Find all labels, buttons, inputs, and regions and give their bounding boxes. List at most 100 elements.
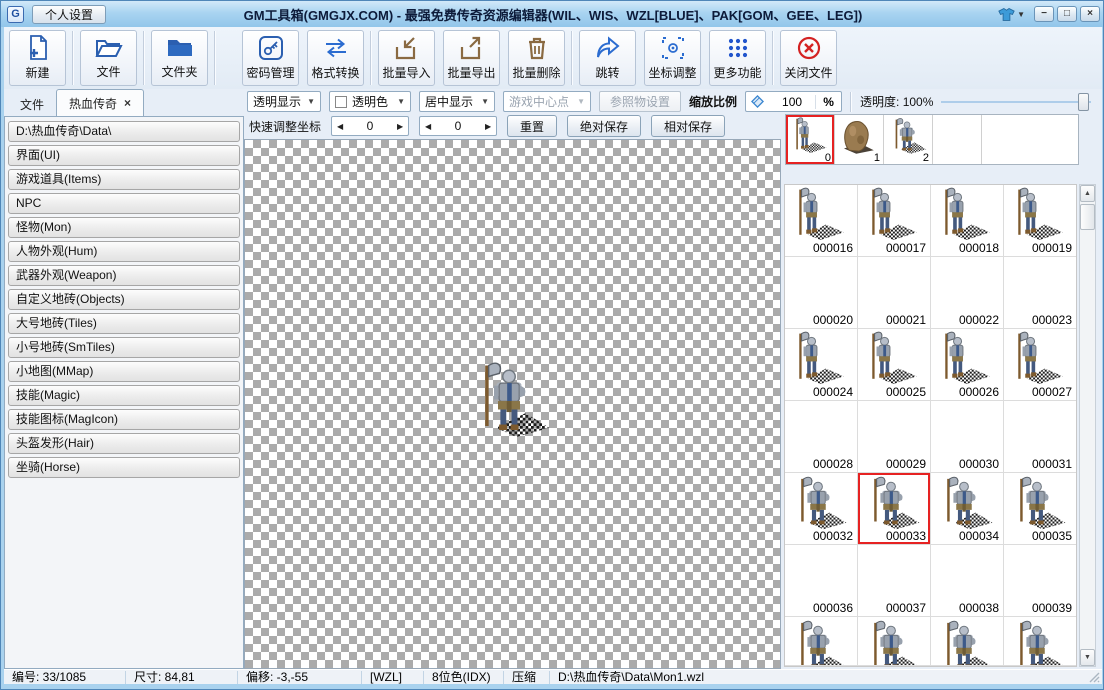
minimize-button[interactable]: −	[1034, 6, 1054, 22]
sidebar-item[interactable]: 怪物(Mon)	[8, 217, 240, 238]
grid-cell[interactable]: 000030	[931, 401, 1004, 473]
sidebar-item[interactable]: 界面(UI)	[8, 145, 240, 166]
zoom-value-input[interactable]: 100	[769, 95, 815, 109]
grid-cell[interactable]: 000033	[858, 473, 931, 545]
grid-cell[interactable]: 000021	[858, 257, 931, 329]
preview-cell-index: 2	[923, 152, 929, 164]
coord-x-stepper[interactable]: ◀ 0 ▶	[331, 116, 409, 136]
jump-button[interactable]: 跳转	[579, 30, 636, 86]
grid-scrollbar[interactable]: ▲ ▼	[1079, 184, 1096, 667]
batch-import-button[interactable]: 批量导入	[378, 30, 435, 86]
new-button[interactable]: 新建	[9, 30, 66, 86]
sidebar-item[interactable]: 游戏道具(Items)	[8, 169, 240, 190]
grid-cell[interactable]	[858, 617, 931, 666]
coord-y-stepper[interactable]: ◀ 0 ▶	[419, 116, 497, 136]
coord-y-value[interactable]: 0	[436, 119, 480, 133]
grid-cell[interactable]: 000023	[1004, 257, 1077, 329]
preview-cell[interactable]: 1	[835, 115, 884, 164]
sprite-canvas[interactable]	[244, 139, 781, 669]
sidebar-item[interactable]: 小地图(MMap)	[8, 361, 240, 382]
canvas-sprite[interactable]	[465, 360, 553, 448]
sidebar-item[interactable]: 坐骑(Horse)	[8, 457, 240, 478]
tab-project[interactable]: 热血传奇 ×	[56, 89, 144, 116]
center-display-dropdown[interactable]: 居中显示 ▼	[419, 91, 495, 112]
grid-cell[interactable]: 000038	[931, 545, 1004, 617]
theme-skin-button[interactable]: ▼	[998, 7, 1025, 22]
close-button[interactable]: ×	[1080, 6, 1100, 22]
close-file-button[interactable]: 关闭文件	[780, 30, 837, 86]
stepper-left-icon[interactable]: ◀	[332, 122, 348, 131]
scroll-down-icon[interactable]: ▼	[1080, 649, 1095, 666]
options-bar: 透明显示 ▼ 透明色 ▼ 居中显示 ▼ 游戏中心点 ▼ 参照物设置 缩放比例 1…	[244, 90, 1102, 113]
grid-cell[interactable]: 000031	[1004, 401, 1077, 473]
batch-delete-button[interactable]: 批量删除	[508, 30, 565, 86]
grid-cell[interactable]: 000026	[931, 329, 1004, 401]
preview-cell[interactable]	[933, 115, 982, 164]
grid-cell[interactable]: 000018	[931, 185, 1004, 257]
grid-cell[interactable]: 000039	[1004, 545, 1077, 617]
grid-cell[interactable]: 000016	[785, 185, 858, 257]
coord-x-value[interactable]: 0	[348, 119, 392, 133]
stepper-right-icon[interactable]: ▶	[480, 122, 496, 131]
coord-adjust-button[interactable]: 坐标调整	[644, 30, 701, 86]
grid-cell[interactable]: 000035	[1004, 473, 1077, 545]
sidebar-item[interactable]: 小号地砖(SmTiles)	[8, 337, 240, 358]
coord-adjust-label: 坐标调整	[648, 64, 696, 81]
sidebar-item[interactable]: NPC	[8, 193, 240, 214]
password-manage-button[interactable]: 密码管理	[242, 30, 299, 86]
stepper-right-icon[interactable]: ▶	[392, 122, 408, 131]
grid-cell[interactable]: 000017	[858, 185, 931, 257]
sidebar-item[interactable]: 武器外观(Weapon)	[8, 265, 240, 286]
reset-button[interactable]: 重置	[507, 115, 557, 137]
grid-cell[interactable]: 000025	[858, 329, 931, 401]
relative-save-button[interactable]: 相对保存	[651, 115, 725, 137]
sidebar-item[interactable]: 大号地砖(Tiles)	[8, 313, 240, 334]
preview-cell[interactable]: 2	[884, 115, 933, 164]
folder-icon	[166, 36, 194, 60]
tab-file[interactable]: 文件	[8, 92, 56, 116]
batch-import-label: 批量导入	[382, 64, 430, 81]
grid-cell[interactable]: 000037	[858, 545, 931, 617]
preview-cell[interactable]: 0	[786, 115, 835, 164]
grid-cell[interactable]: 000027	[1004, 329, 1077, 401]
more-functions-button[interactable]: 更多功能	[709, 30, 766, 86]
absolute-save-button[interactable]: 绝对保存	[567, 115, 641, 137]
transparent-color-label: 透明色	[352, 93, 388, 110]
batch-export-button[interactable]: 批量导出	[443, 30, 500, 86]
maximize-button[interactable]: □	[1057, 6, 1077, 22]
open-folder-button[interactable]: 文件夹	[151, 30, 208, 86]
zoom-percent-button[interactable]: %	[815, 95, 841, 109]
grid-cell[interactable]	[785, 617, 858, 666]
grid-cell[interactable]: 000020	[785, 257, 858, 329]
grid-cell[interactable]: 000022	[931, 257, 1004, 329]
grid-cell[interactable]: 000029	[858, 401, 931, 473]
preview-cell-index: 1	[874, 152, 880, 164]
grid-cell[interactable]: 000036	[785, 545, 858, 617]
grid-cell[interactable]: 000019	[1004, 185, 1077, 257]
sidebar-item[interactable]: 头盔发形(Hair)	[8, 433, 240, 454]
chevron-down-icon: ▼	[307, 97, 315, 106]
grid-cell[interactable]	[931, 617, 1004, 666]
stepper-left-icon[interactable]: ◀	[420, 122, 436, 131]
sidebar-item[interactable]: D:\热血传奇\Data\	[8, 121, 240, 142]
personal-settings-button[interactable]: 个人设置	[32, 5, 106, 24]
scroll-up-icon[interactable]: ▲	[1080, 185, 1095, 202]
resize-grip[interactable]	[1089, 672, 1100, 683]
grid-cell[interactable]: 000024	[785, 329, 858, 401]
sidebar-item[interactable]: 自定义地砖(Objects)	[8, 289, 240, 310]
open-file-button[interactable]: 文件	[80, 30, 137, 86]
grid-cell[interactable]: 000032	[785, 473, 858, 545]
sidebar-item[interactable]: 人物外观(Hum)	[8, 241, 240, 262]
scrollbar-thumb[interactable]	[1080, 204, 1095, 230]
opacity-slider-thumb[interactable]	[1078, 93, 1089, 111]
sidebar-item[interactable]: 技能图标(MagIcon)	[8, 409, 240, 430]
grid-cell[interactable]	[1004, 617, 1077, 666]
format-convert-button[interactable]: 格式转换	[307, 30, 364, 86]
grid-cell[interactable]: 000034	[931, 473, 1004, 545]
sidebar-item[interactable]: 技能(Magic)	[8, 385, 240, 406]
transparent-color-dropdown[interactable]: 透明色 ▼	[329, 91, 411, 112]
transparent-display-dropdown[interactable]: 透明显示 ▼	[247, 91, 321, 112]
opacity-slider[interactable]	[941, 92, 1091, 112]
grid-cell[interactable]: 000028	[785, 401, 858, 473]
tab-close-icon[interactable]: ×	[124, 96, 131, 110]
